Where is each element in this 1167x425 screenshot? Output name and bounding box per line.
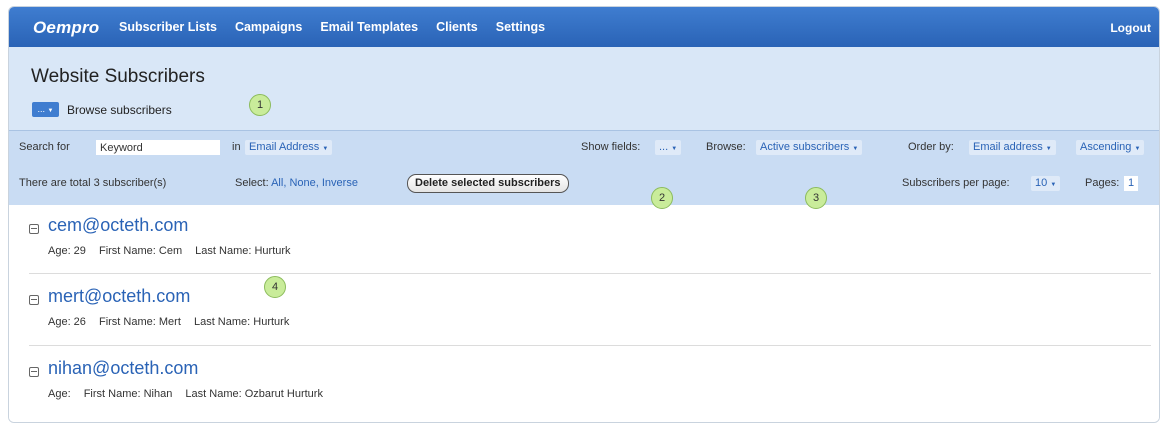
subscriber-details: Age: 29 First Name: Cem Last Name: Hurtu…	[48, 245, 301, 257]
subscriber-email-link[interactable]: nihan@octeth.com	[48, 358, 198, 379]
callout-badge-1: 1	[249, 94, 271, 116]
chevron-down-icon: ▼	[852, 146, 859, 152]
chevron-down-icon: ▼	[1045, 146, 1052, 152]
subscriber-age: Age:	[48, 388, 71, 400]
chevron-down-icon: ▼	[1134, 146, 1141, 152]
browse-dropdown-label: ...	[37, 104, 46, 114]
search-in-label: in	[232, 141, 241, 153]
browse-filter-label: Browse:	[706, 141, 746, 153]
select-controls: Select: All, None, Inverse	[235, 177, 358, 189]
chevron-down-icon: ▼	[671, 146, 678, 152]
subscriber-last-name: Last Name: Hurturk	[195, 245, 291, 257]
order-direction-dropdown[interactable]: Ascending ▼	[1076, 140, 1145, 155]
per-page-label: Subscribers per page:	[902, 177, 1010, 189]
browse-filter-dropdown[interactable]: Active subscribers ▼	[756, 140, 863, 155]
chevron-down-icon: ▼	[1050, 182, 1057, 188]
search-field-value: Email Address	[249, 141, 320, 153]
subscriber-details: Age: First Name: Nihan Last Name: Ozbaru…	[48, 388, 333, 400]
search-keyword-input[interactable]	[96, 140, 220, 155]
top-navigation: Oempro Subscriber Lists Campaigns Email …	[9, 7, 1159, 47]
subscriber-list: cem@octeth.com Age: 29 First Name: Cem L…	[9, 205, 1159, 422]
subscriber-first-name: First Name: Cem	[98, 245, 183, 257]
chevron-down-icon: ▼	[47, 108, 54, 114]
order-by-dropdown[interactable]: Email address ▼	[969, 140, 1056, 155]
nav-clients[interactable]: Clients	[436, 20, 478, 34]
divider	[29, 273, 1151, 274]
subscriber-total-text: There are total 3 subscriber(s)	[19, 177, 167, 189]
subscriber-email-link[interactable]: mert@octeth.com	[48, 286, 190, 307]
subscriber-checkbox[interactable]	[29, 367, 39, 377]
subscriber-age: Age: 26	[48, 316, 86, 328]
callout-badge-3: 3	[805, 187, 827, 209]
order-direction-value: Ascending	[1080, 141, 1132, 153]
nav-campaigns[interactable]: Campaigns	[235, 20, 302, 34]
show-fields-label: Show fields:	[581, 141, 641, 153]
app-window: Oempro Subscriber Lists Campaigns Email …	[8, 6, 1160, 423]
chevron-down-icon: ▼	[322, 146, 329, 152]
select-all-link[interactable]: All,	[271, 177, 286, 189]
page-title: Website Subscribers	[31, 66, 205, 87]
order-by-label: Order by:	[908, 141, 954, 153]
pages-label: Pages:	[1085, 177, 1120, 189]
callout-badge-4: 4	[264, 276, 286, 298]
app-logo[interactable]: Oempro	[33, 18, 99, 38]
subscriber-checkbox[interactable]	[29, 295, 39, 305]
subscriber-email-link[interactable]: cem@octeth.com	[48, 215, 188, 236]
search-field-dropdown[interactable]: Email Address ▼	[245, 140, 333, 155]
select-label: Select:	[235, 177, 269, 189]
per-page-dropdown[interactable]: 10 ▼	[1031, 176, 1061, 191]
nav-subscriber-lists[interactable]: Subscriber Lists	[119, 20, 217, 34]
subscriber-last-name: Last Name: Ozbarut Hurturk	[185, 388, 323, 400]
list-item: nihan@octeth.com Age: First Name: Nihan …	[9, 348, 1159, 416]
subscriber-last-name: Last Name: Hurturk	[193, 316, 290, 328]
nav-email-templates[interactable]: Email Templates	[320, 20, 418, 34]
logout-link[interactable]: Logout	[1110, 21, 1151, 35]
subscriber-toolbar: Search for in Email Address ▼ Show field…	[9, 130, 1159, 206]
main-nav: Subscriber Lists Campaigns Email Templat…	[119, 7, 545, 47]
list-item: mert@octeth.com Age: 26 First Name: Mert…	[9, 276, 1159, 344]
order-by-value: Email address	[973, 141, 1043, 153]
nav-settings[interactable]: Settings	[496, 20, 545, 34]
browse-dropdown-button[interactable]: ... ▼	[32, 102, 59, 117]
browse-filter-value: Active subscribers	[760, 141, 850, 153]
callout-badge-2: 2	[651, 187, 673, 209]
divider	[29, 345, 1151, 346]
delete-selected-button[interactable]: Delete selected subscribers	[407, 174, 569, 193]
select-inverse-link[interactable]: Inverse	[322, 177, 358, 189]
search-for-label: Search for	[19, 141, 70, 153]
page-header: Website Subscribers ... ▼ Browse subscri…	[9, 47, 1159, 130]
subscriber-first-name: First Name: Nihan	[83, 388, 173, 400]
subscriber-age: Age: 29	[48, 245, 86, 257]
show-fields-dropdown[interactable]: ... ▼	[655, 140, 682, 155]
subscriber-checkbox[interactable]	[29, 224, 39, 234]
show-fields-value: ...	[659, 141, 669, 153]
per-page-value: 10	[1035, 177, 1048, 189]
select-none-link[interactable]: None,	[289, 177, 318, 189]
browse-subscribers-label: Browse subscribers	[67, 103, 172, 117]
subscriber-details: Age: 26 First Name: Mert Last Name: Hurt…	[48, 316, 299, 328]
subscriber-first-name: First Name: Mert	[98, 316, 181, 328]
page-number-link[interactable]: 1	[1124, 176, 1138, 191]
list-item: cem@octeth.com Age: 29 First Name: Cem L…	[9, 205, 1159, 273]
